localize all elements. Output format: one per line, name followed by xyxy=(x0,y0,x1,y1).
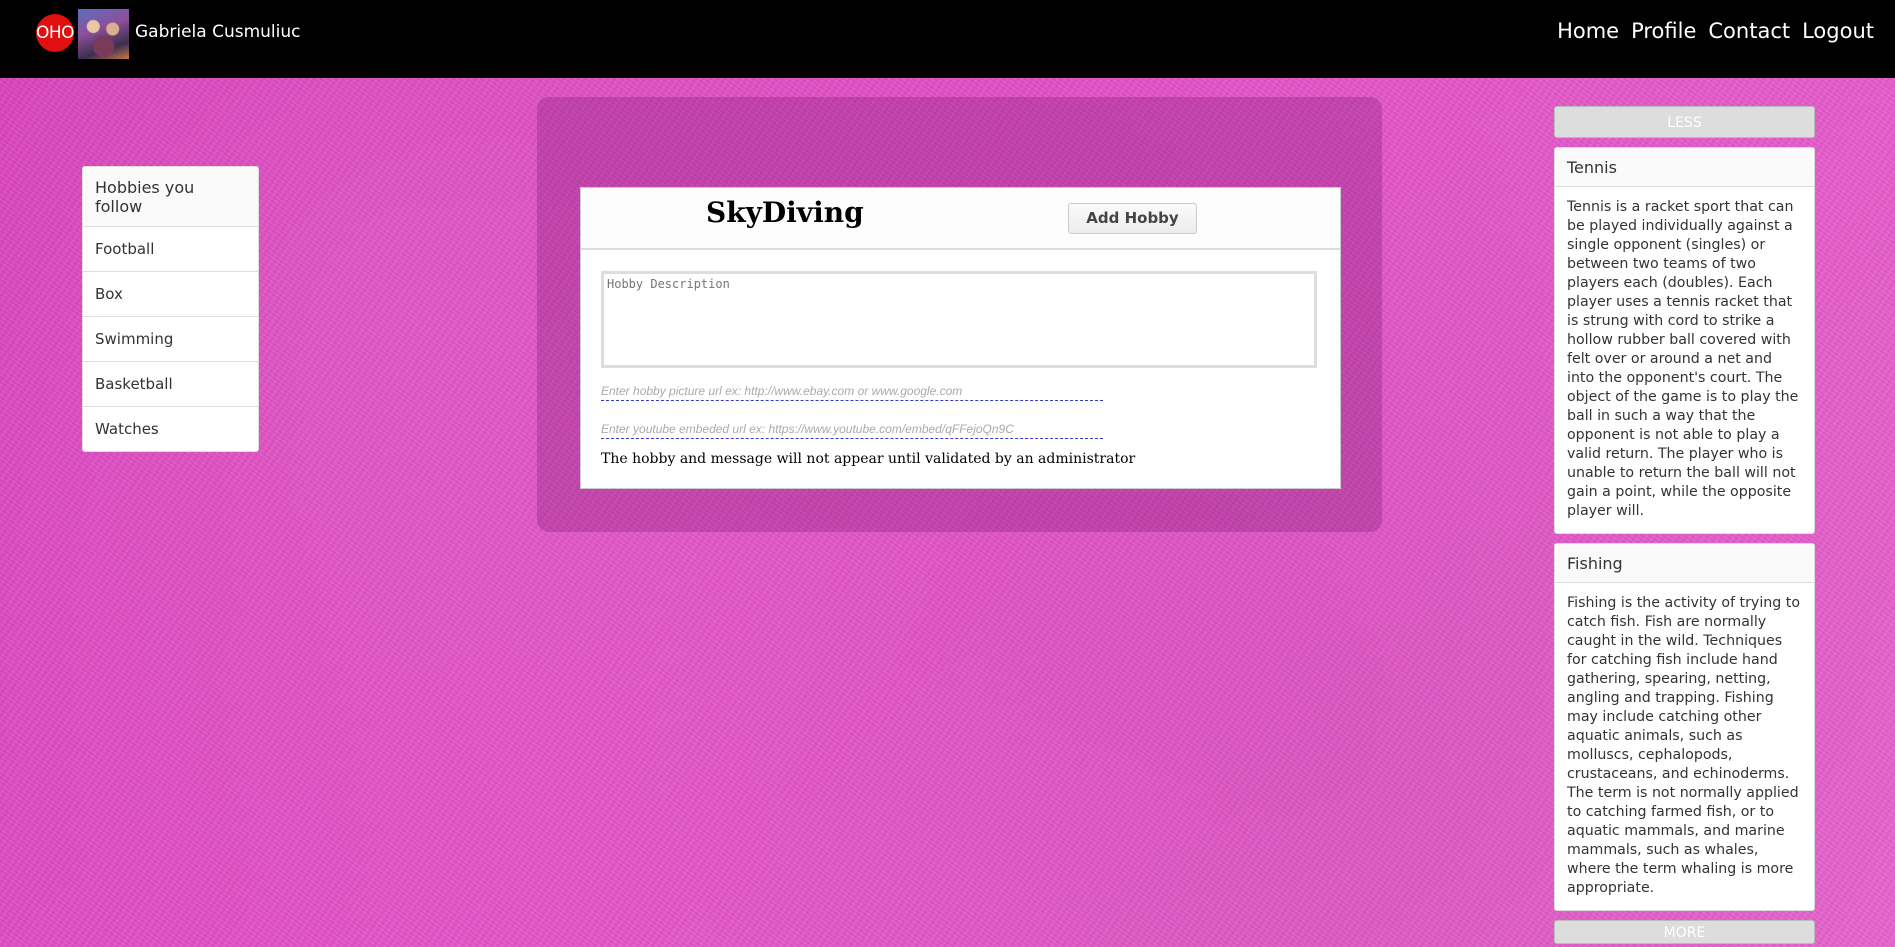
hobby-picture-url-input[interactable] xyxy=(601,382,1103,401)
followed-hobby-item[interactable]: Box xyxy=(83,272,258,317)
hobby-info-card: Tennis Tennis is a racket sport that can… xyxy=(1554,147,1815,534)
hobby-title: SkyDiving xyxy=(706,196,864,229)
nav-profile-link[interactable]: Profile xyxy=(1631,19,1696,43)
user-name[interactable]: Gabriela Cusmuliuc xyxy=(135,22,301,42)
add-hobby-form-header: SkyDiving Add Hobby xyxy=(581,188,1340,250)
add-hobby-form: SkyDiving Add Hobby The hobby and messag… xyxy=(580,187,1341,489)
hobby-info-title[interactable]: Fishing xyxy=(1555,544,1814,583)
nav-contact-link[interactable]: Contact xyxy=(1708,19,1790,43)
followed-hobbies-title: Hobbies you follow xyxy=(83,167,258,227)
followed-hobbies-panel: Hobbies you follow Football Box Swimming… xyxy=(82,166,259,452)
followed-hobby-item[interactable]: Basketball xyxy=(83,362,258,407)
add-hobby-button[interactable]: Add Hobby xyxy=(1068,203,1197,234)
site-logo[interactable]: OHO xyxy=(36,14,75,52)
youtube-url-input[interactable] xyxy=(601,420,1103,439)
nav-home-link[interactable]: Home xyxy=(1557,19,1619,43)
less-button[interactable]: LESS xyxy=(1554,106,1815,138)
hobby-info-card: Fishing Fishing is the activity of tryin… xyxy=(1554,543,1815,911)
followed-hobby-item[interactable]: Football xyxy=(83,227,258,272)
hobby-description-textarea[interactable] xyxy=(601,271,1317,368)
more-button[interactable]: MORE xyxy=(1554,920,1815,944)
hobby-info-column: LESS Tennis Tennis is a racket sport tha… xyxy=(1554,106,1815,944)
top-navbar: OHO Gabriela Cusmuliuc Home Profile Cont… xyxy=(0,0,1895,78)
main-nav: Home Profile Contact Logout xyxy=(1557,19,1874,43)
user-avatar[interactable] xyxy=(78,9,129,59)
followed-hobby-item[interactable]: Watches xyxy=(83,407,258,451)
followed-hobby-item[interactable]: Swimming xyxy=(83,317,258,362)
hobby-info-description: Tennis is a racket sport that can be pla… xyxy=(1567,199,1799,519)
nav-logout-link[interactable]: Logout xyxy=(1802,19,1874,43)
hobby-info-title[interactable]: Tennis xyxy=(1555,148,1814,187)
validation-notice: The hobby and message will not appear un… xyxy=(601,451,1136,467)
hobby-info-description: Fishing is the activity of trying to cat… xyxy=(1567,595,1801,896)
